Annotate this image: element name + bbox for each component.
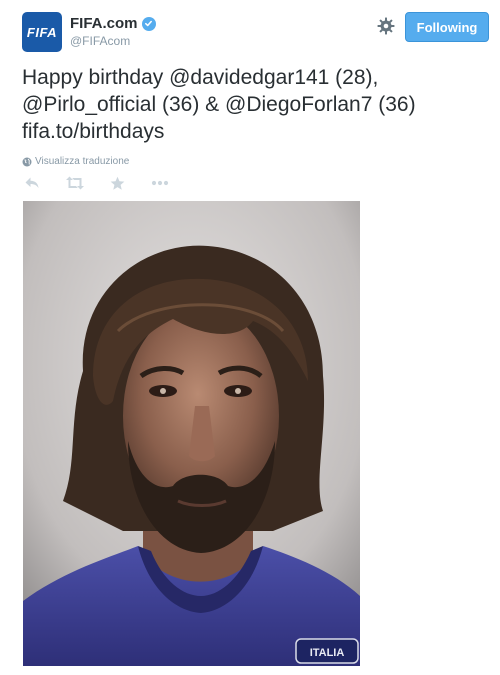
user-handle[interactable]: @FIFAcom <box>70 34 156 48</box>
tweet-line: @Pirlo_official (36) & @DiegoForlan7 (36… <box>22 93 416 116</box>
verified-badge-icon <box>141 16 156 31</box>
tweet-photo[interactable]: ITALIA <box>23 201 360 666</box>
retweet-icon[interactable] <box>64 174 86 192</box>
tweet-line: fifa.to/birthdays <box>22 120 165 143</box>
display-name[interactable]: FIFA.com <box>70 15 138 32</box>
more-icon[interactable] <box>150 174 170 192</box>
italia-badge-text: ITALIA <box>310 647 345 659</box>
tweet-text: Happy birthday @davidedgar141 (28), @Pir… <box>22 64 482 145</box>
avatar[interactable]: FIFA <box>22 12 62 52</box>
globe-icon <box>22 157 32 167</box>
translate-label[interactable]: Visualizza traduzione <box>35 156 129 167</box>
star-icon[interactable] <box>108 174 126 192</box>
tweet-line: Happy birthday @davidedgar141 (28), <box>22 66 379 89</box>
following-button[interactable]: Following <box>405 12 489 42</box>
portrait-image: ITALIA <box>23 201 360 666</box>
reply-icon[interactable] <box>22 174 42 192</box>
tweet-header: FIFA FIFA.com @FIFAcom Following <box>22 12 489 52</box>
account-names[interactable]: FIFA.com @FIFAcom <box>70 15 156 48</box>
avatar-logo-text: FIFA <box>26 24 58 40</box>
gear-icon[interactable] <box>377 17 395 35</box>
translate-link[interactable]: Visualizza traduzione <box>22 156 129 167</box>
